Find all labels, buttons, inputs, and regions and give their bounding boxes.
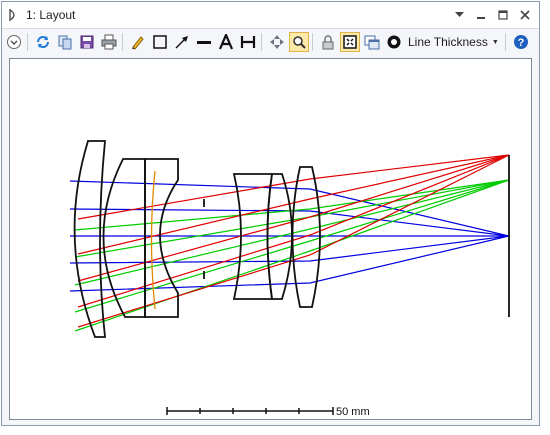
windows-icon[interactable] [362,32,382,52]
text-icon[interactable] [216,32,236,52]
toolbar-separator [312,33,313,51]
ray-full-field [77,154,510,308]
minimize-icon[interactable] [475,9,487,21]
line-thickness-label: Line Thickness [408,35,488,49]
window-title: 1: Layout [26,8,76,22]
lens-element-3 [144,158,179,318]
title-bar[interactable]: 1: Layout [2,2,539,29]
rectangle-icon[interactable] [150,32,170,52]
save-icon[interactable] [77,32,97,52]
toolbar-separator [27,33,28,51]
line-icon[interactable] [194,32,214,52]
lens-element-6 [291,166,321,308]
scale-bar [166,407,334,415]
help-icon[interactable]: ? [511,32,531,52]
line-thickness-dropdown[interactable]: Line Thickness ▼ [408,35,499,49]
refresh-icon[interactable] [33,32,53,52]
toolbar-separator [504,33,506,51]
ray-fans [69,154,510,332]
window-menu-icon[interactable] [8,8,22,22]
pan-icon[interactable] [267,32,287,52]
dimension-icon[interactable] [238,32,258,52]
zoom-icon[interactable] [289,32,309,52]
restore-icon[interactable] [497,9,509,21]
svg-text:?: ? [517,37,524,49]
pin-dropdown-icon[interactable] [453,9,465,21]
scale-bar-label: 50 mm [336,406,370,418]
toolbar-separator [122,33,123,51]
print-icon[interactable] [99,32,119,52]
expand-icon[interactable] [4,32,24,52]
copy-icon[interactable] [55,32,75,52]
toolbar: Line Thickness ▼ ? [2,29,539,55]
settings-icon[interactable] [384,32,404,52]
layout-canvas[interactable]: 50 mm [9,58,532,420]
fit-icon[interactable] [340,32,360,52]
close-icon[interactable] [519,9,531,21]
pencil-icon[interactable] [128,32,148,52]
layout-window: 1: Layout Line Thickness ▼ ? 50 mm [1,1,540,426]
lock-icon[interactable] [318,32,338,52]
chevron-down-icon: ▼ [491,38,499,46]
arrow-icon[interactable] [172,32,192,52]
toolbar-separator [261,33,262,51]
lens-layout-drawing: 50 mm [69,140,510,418]
